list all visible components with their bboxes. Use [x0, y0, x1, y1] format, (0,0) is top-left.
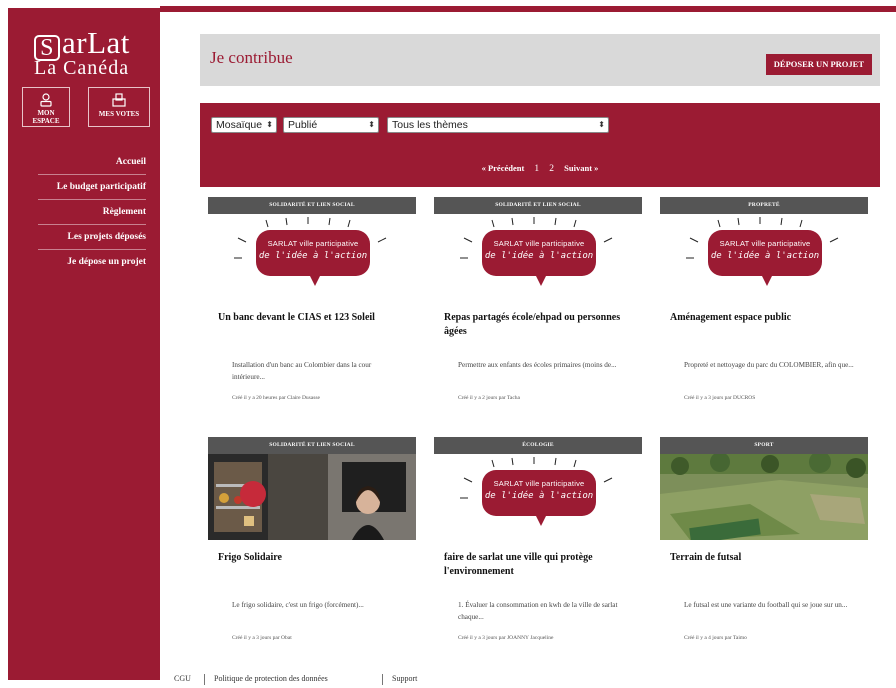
project-card[interactable]: Propreté SARLAT ville participative de l'…: [660, 197, 868, 417]
participative-bubble: SARLAT ville participative de l'idée à l'…: [256, 230, 370, 276]
themes-select[interactable]: Tous les thèmes ⬍: [387, 117, 609, 133]
footer: CGU Politique de protection des données …: [160, 672, 896, 688]
project-card[interactable]: Écologie SARLAT ville participative de l'…: [434, 437, 642, 657]
select-arrow-icon: ⬍: [266, 120, 273, 129]
card-description: Installation d'un banc au Colombier dans…: [232, 361, 372, 381]
page-header: Je contribue DÉPOSER UN PROJET: [200, 34, 880, 86]
mes-votes-label: MES VOTES: [98, 110, 140, 118]
card-description: 1. Évaluer la consommation en kwh de la …: [458, 601, 618, 621]
card-title[interactable]: Terrain de futsal: [670, 551, 860, 565]
card-category: Solidarité et lien social: [208, 437, 416, 454]
card-category: Écologie: [434, 437, 642, 454]
card-description: Le futsal est une variante du football q…: [684, 601, 848, 609]
sidebar-item-budget-participatif[interactable]: Le budget participatif: [38, 175, 146, 200]
card-illustration: SARLAT ville participative de l'idée à l'…: [660, 214, 868, 300]
card-meta: Créé il y a 3 jours par JOANNY Jacquelin…: [458, 635, 554, 641]
sidebar-item-projets-deposes[interactable]: Les projets déposés: [38, 225, 146, 250]
card-meta: Créé il y a 3 jours par Obat: [232, 635, 292, 641]
user-icon: [40, 93, 52, 107]
mon-espace-button[interactable]: MON ESPACE: [22, 87, 70, 127]
sidebar-item-reglement[interactable]: Règlement: [38, 200, 146, 225]
themes-value: Tous les thèmes: [392, 119, 468, 131]
card-meta: Créé il y a 20 heures par Claire Dusasse: [232, 395, 320, 401]
sidebar-item-depose-projet[interactable]: Je dépose un projet: [38, 250, 146, 275]
card-description: Permettre aux enfants des écoles primair…: [458, 361, 617, 369]
card-title[interactable]: Frigo Solidaire: [218, 551, 408, 565]
card-illustration: SARLAT ville participative de l'idée à l'…: [208, 214, 416, 300]
card-title[interactable]: Repas partagés école/ehpad ou personnes …: [444, 311, 634, 339]
site-logo[interactable]: SarLat La Canéda: [30, 27, 150, 80]
pagination-page-1[interactable]: 1: [534, 164, 539, 174]
sidebar-item-accueil[interactable]: Accueil: [38, 150, 146, 175]
view-mode-value: Mosaïque: [216, 119, 263, 131]
status-select[interactable]: Publié ⬍: [283, 117, 379, 133]
filter-bar: Mosaïque ⬍ Publié ⬍ Tous les thèmes ⬍ « …: [200, 103, 880, 187]
select-arrow-icon: ⬍: [368, 120, 375, 129]
top-accent-bar: [160, 6, 896, 12]
sidebar-nav: Accueil Le budget participatif Règlement…: [38, 150, 146, 275]
card-title[interactable]: faire de sarlat une ville qui protège l'…: [444, 551, 634, 579]
pagination-page-2[interactable]: 2: [549, 164, 554, 174]
mon-espace-label-2: ESPACE: [32, 117, 60, 125]
project-card[interactable]: Solidarité et lien social SARLAT ville p…: [434, 197, 642, 417]
ballot-box-icon: [112, 93, 126, 107]
pagination-next[interactable]: Suivant »: [564, 163, 598, 173]
footer-link-support[interactable]: Support: [392, 674, 417, 683]
card-category: Solidarité et lien social: [434, 197, 642, 214]
card-category: Solidarité et lien social: [208, 197, 416, 214]
terrain-photo: [660, 454, 868, 540]
card-title[interactable]: Un banc devant le CIAS et 123 Soleil: [218, 311, 408, 325]
footer-divider: [382, 674, 383, 685]
card-category: Sport: [660, 437, 868, 454]
project-card[interactable]: Solidarité et lien social SARLAT ville p…: [208, 197, 416, 417]
pagination: « Précédent 1 2 Suivant »: [200, 163, 880, 174]
card-title[interactable]: Aménagement espace public: [670, 311, 860, 325]
card-meta: Créé il y a 3 jours par DUCROS: [684, 395, 756, 401]
footer-link-cgu[interactable]: CGU: [174, 674, 191, 683]
card-description: Propreté et nettoyage du parc du COLOMBI…: [684, 361, 854, 369]
deposer-projet-button[interactable]: DÉPOSER UN PROJET: [765, 54, 872, 75]
participative-bubble: SARLAT ville participative de l'idée à l'…: [482, 230, 596, 276]
logo-text-caneda: La Canéda: [34, 57, 130, 79]
mon-espace-label-1: MON: [37, 109, 55, 117]
page-title: Je contribue: [210, 48, 293, 67]
pagination-prev[interactable]: « Précédent: [482, 163, 525, 173]
mes-votes-button[interactable]: MES VOTES: [88, 87, 150, 127]
card-meta: Créé il y a 4 jours par Taimo: [684, 635, 747, 641]
card-category: Propreté: [660, 197, 868, 214]
card-meta: Créé il y a 2 jours par Tacha: [458, 395, 520, 401]
participative-bubble: SARLAT ville participative de l'idée à l'…: [708, 230, 822, 276]
sidebar: SarLat La Canéda MON ESPACE MES VOTES Ac…: [8, 8, 160, 680]
card-illustration: SARLAT ville participative de l'idée à l'…: [434, 214, 642, 300]
frigo-photo: [208, 454, 416, 540]
footer-divider: [204, 674, 205, 685]
footer-link-privacy[interactable]: Politique de protection des données: [214, 674, 328, 683]
project-card[interactable]: Sport Terrain de futsal Le futsal est un…: [660, 437, 868, 657]
card-description: Le frigo solidaire, c'est un frigo (forc…: [232, 601, 364, 609]
status-value: Publié: [288, 119, 318, 131]
frigo-photo-graphic: [208, 454, 416, 540]
view-mode-select[interactable]: Mosaïque ⬍: [211, 117, 277, 133]
project-card[interactable]: Solidarité et lien social Frigo Solidair…: [208, 437, 416, 657]
card-illustration: SARLAT ville participative de l'idée à l'…: [434, 454, 642, 540]
participative-bubble: SARLAT ville participative de l'idée à l'…: [482, 470, 596, 516]
select-arrow-icon: ⬍: [598, 120, 605, 129]
terrain-photo-graphic: [660, 454, 868, 540]
